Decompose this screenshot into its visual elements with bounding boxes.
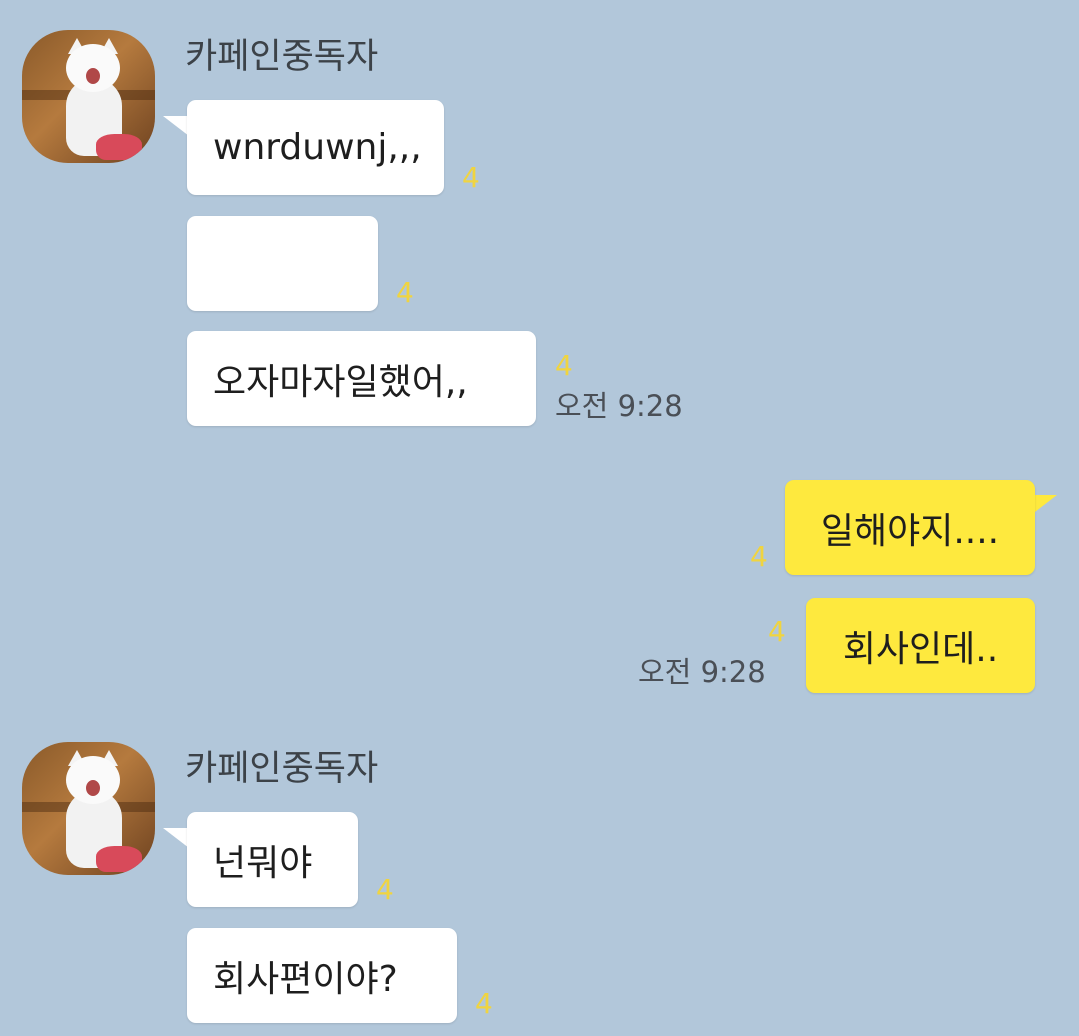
profile-avatar[interactable] [22, 742, 155, 875]
message-bubble[interactable]: 회사편이야? [187, 928, 457, 1023]
cloth-icon [96, 846, 142, 872]
message-bubble[interactable]: 회사인데.. [806, 598, 1035, 693]
profile-avatar[interactable] [22, 30, 155, 163]
message-bubble[interactable]: wnrduwnj,,, [187, 100, 444, 195]
message-bubble[interactable]: 오자마자일했어,, [187, 331, 536, 426]
bubble-tail [163, 828, 189, 848]
unread-count: 4 [462, 161, 480, 194]
chat-room: 카페인중독자 wnrduwnj,,, 4 4 오자마자일했어,, 4 오전 9:… [0, 0, 1079, 1036]
unread-count: 4 [555, 349, 573, 382]
message-time: 오전 9:28 [638, 655, 766, 689]
unread-count: 4 [750, 540, 768, 573]
cloth-icon [96, 134, 142, 160]
unread-count: 4 [475, 987, 493, 1020]
unread-count: 4 [768, 615, 786, 648]
message-time: 오전 9:28 [555, 389, 683, 423]
sender-name: 카페인중독자 [185, 37, 379, 77]
cat-mouth-icon [86, 68, 100, 84]
bubble-tail [163, 116, 189, 136]
unread-count: 4 [376, 873, 394, 906]
message-bubble[interactable]: 일해야지.... [785, 480, 1035, 575]
unread-count: 4 [396, 276, 414, 309]
message-bubble[interactable]: 넌뭐야 [187, 812, 358, 907]
cat-mouth-icon [86, 780, 100, 796]
message-bubble[interactable] [187, 216, 378, 311]
sender-name: 카페인중독자 [185, 749, 379, 789]
